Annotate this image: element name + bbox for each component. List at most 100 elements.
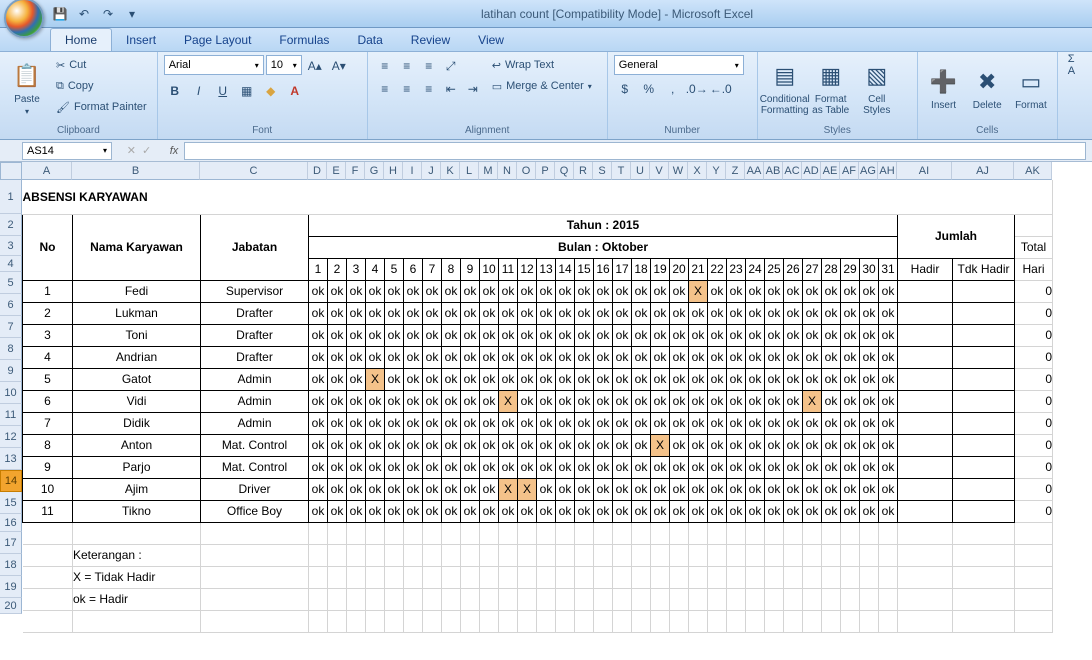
cell[interactable]: ok — [689, 500, 708, 522]
cell[interactable]: 21 — [689, 258, 708, 280]
cell[interactable]: ok — [518, 390, 537, 412]
cell[interactable]: ok — [670, 434, 689, 456]
cell[interactable]: ok — [347, 324, 366, 346]
cell[interactable] — [953, 456, 1015, 478]
cell[interactable]: ok — [879, 302, 898, 324]
cell[interactable]: Gatot — [73, 368, 201, 390]
cell[interactable] — [841, 544, 860, 566]
cell[interactable]: ok — [613, 280, 632, 302]
cell[interactable]: ok — [328, 478, 347, 500]
cell[interactable] — [651, 610, 670, 632]
cell[interactable] — [480, 522, 499, 544]
cell[interactable]: 20 — [670, 258, 689, 280]
cell[interactable]: ok — [822, 368, 841, 390]
cell[interactable]: ok — [309, 324, 328, 346]
cell[interactable]: 19 — [651, 258, 670, 280]
cell[interactable]: ok — [746, 302, 765, 324]
cell[interactable]: Anton — [73, 434, 201, 456]
cell[interactable]: ok — [822, 434, 841, 456]
cell[interactable]: 0 — [1015, 302, 1053, 324]
cell[interactable]: ok — [651, 346, 670, 368]
cell[interactable]: 29 — [841, 258, 860, 280]
cell[interactable]: ok — [632, 478, 651, 500]
cell[interactable] — [898, 390, 953, 412]
cell[interactable]: ok — [404, 478, 423, 500]
cell[interactable]: X — [689, 280, 708, 302]
cell[interactable]: ok — [860, 412, 879, 434]
cell[interactable] — [784, 522, 803, 544]
cell[interactable]: ok — [841, 390, 860, 412]
tab-view[interactable]: View — [464, 29, 518, 51]
autosum-button[interactable]: Σ A — [1064, 55, 1082, 75]
bold-button[interactable]: B — [164, 80, 186, 102]
col-header[interactable]: Q — [555, 162, 574, 180]
cell[interactable]: 7 — [23, 412, 73, 434]
italic-button[interactable]: I — [188, 80, 210, 102]
cell[interactable]: ok — [385, 478, 404, 500]
cell[interactable] — [594, 588, 613, 610]
cell[interactable]: ok — [689, 434, 708, 456]
cell[interactable]: Keterangan : — [73, 544, 201, 566]
cell[interactable]: ok — [879, 456, 898, 478]
cell[interactable] — [651, 544, 670, 566]
cell[interactable]: ok — [689, 302, 708, 324]
col-header[interactable]: AD — [802, 162, 821, 180]
cell[interactable] — [461, 588, 480, 610]
cell[interactable]: Hari — [1015, 258, 1053, 280]
cell[interactable] — [784, 544, 803, 566]
cell[interactable] — [727, 566, 746, 588]
cell[interactable]: ok — [803, 302, 822, 324]
cell[interactable] — [841, 588, 860, 610]
cell[interactable]: ok — [670, 478, 689, 500]
cell[interactable]: ok — [784, 280, 803, 302]
indent-inc-button[interactable]: ⇥ — [462, 78, 484, 100]
row-header[interactable]: 18 — [0, 554, 22, 576]
cell[interactable]: ok — [765, 456, 784, 478]
cell[interactable]: ok — [803, 324, 822, 346]
cell[interactable]: ok — [461, 346, 480, 368]
cell[interactable]: ok — [860, 478, 879, 500]
cell[interactable]: 11 — [23, 500, 73, 522]
cell[interactable]: ok — [879, 390, 898, 412]
cell[interactable] — [404, 522, 423, 544]
cell[interactable] — [575, 522, 594, 544]
cell[interactable] — [594, 566, 613, 588]
cell[interactable]: ok — [309, 390, 328, 412]
cell[interactable]: ok — [442, 280, 461, 302]
cell[interactable]: ok — [670, 390, 689, 412]
col-header[interactable]: P — [536, 162, 555, 180]
cell[interactable]: 8 — [442, 258, 461, 280]
column-headers[interactable]: ABCDEFGHIJKLMNOPQRSTUVWXYZAAABACADAEAFAG… — [22, 162, 1052, 180]
cell[interactable]: 0 — [1015, 434, 1053, 456]
cell[interactable] — [898, 588, 953, 610]
cell[interactable] — [879, 522, 898, 544]
cell[interactable]: ok — [328, 324, 347, 346]
cell[interactable]: 23 — [727, 258, 746, 280]
cell[interactable]: Andrian — [73, 346, 201, 368]
cell[interactable]: X = Tidak Hadir — [73, 566, 201, 588]
cell[interactable]: ok — [518, 412, 537, 434]
cell[interactable]: ok — [385, 324, 404, 346]
cell[interactable] — [1015, 566, 1053, 588]
cell[interactable]: ok — [556, 500, 575, 522]
cell[interactable]: ok — [404, 456, 423, 478]
cell[interactable]: 14 — [556, 258, 575, 280]
cell[interactable]: ok — [632, 346, 651, 368]
cell[interactable] — [461, 610, 480, 632]
col-header[interactable]: AH — [878, 162, 897, 180]
cell[interactable]: ok — [499, 280, 518, 302]
col-header[interactable]: AF — [840, 162, 859, 180]
cell[interactable]: ok — [727, 456, 746, 478]
cell[interactable]: ok — [423, 478, 442, 500]
cell[interactable]: ok — [632, 412, 651, 434]
cell[interactable]: ok — [366, 324, 385, 346]
cell[interactable]: ok — [613, 324, 632, 346]
col-header[interactable]: J — [422, 162, 441, 180]
cell[interactable]: ok — [328, 434, 347, 456]
col-header[interactable]: X — [688, 162, 707, 180]
cell[interactable] — [423, 522, 442, 544]
cell[interactable] — [537, 522, 556, 544]
cell[interactable]: ok — [575, 478, 594, 500]
cell[interactable]: ok — [347, 390, 366, 412]
cell[interactable]: ok — [461, 368, 480, 390]
